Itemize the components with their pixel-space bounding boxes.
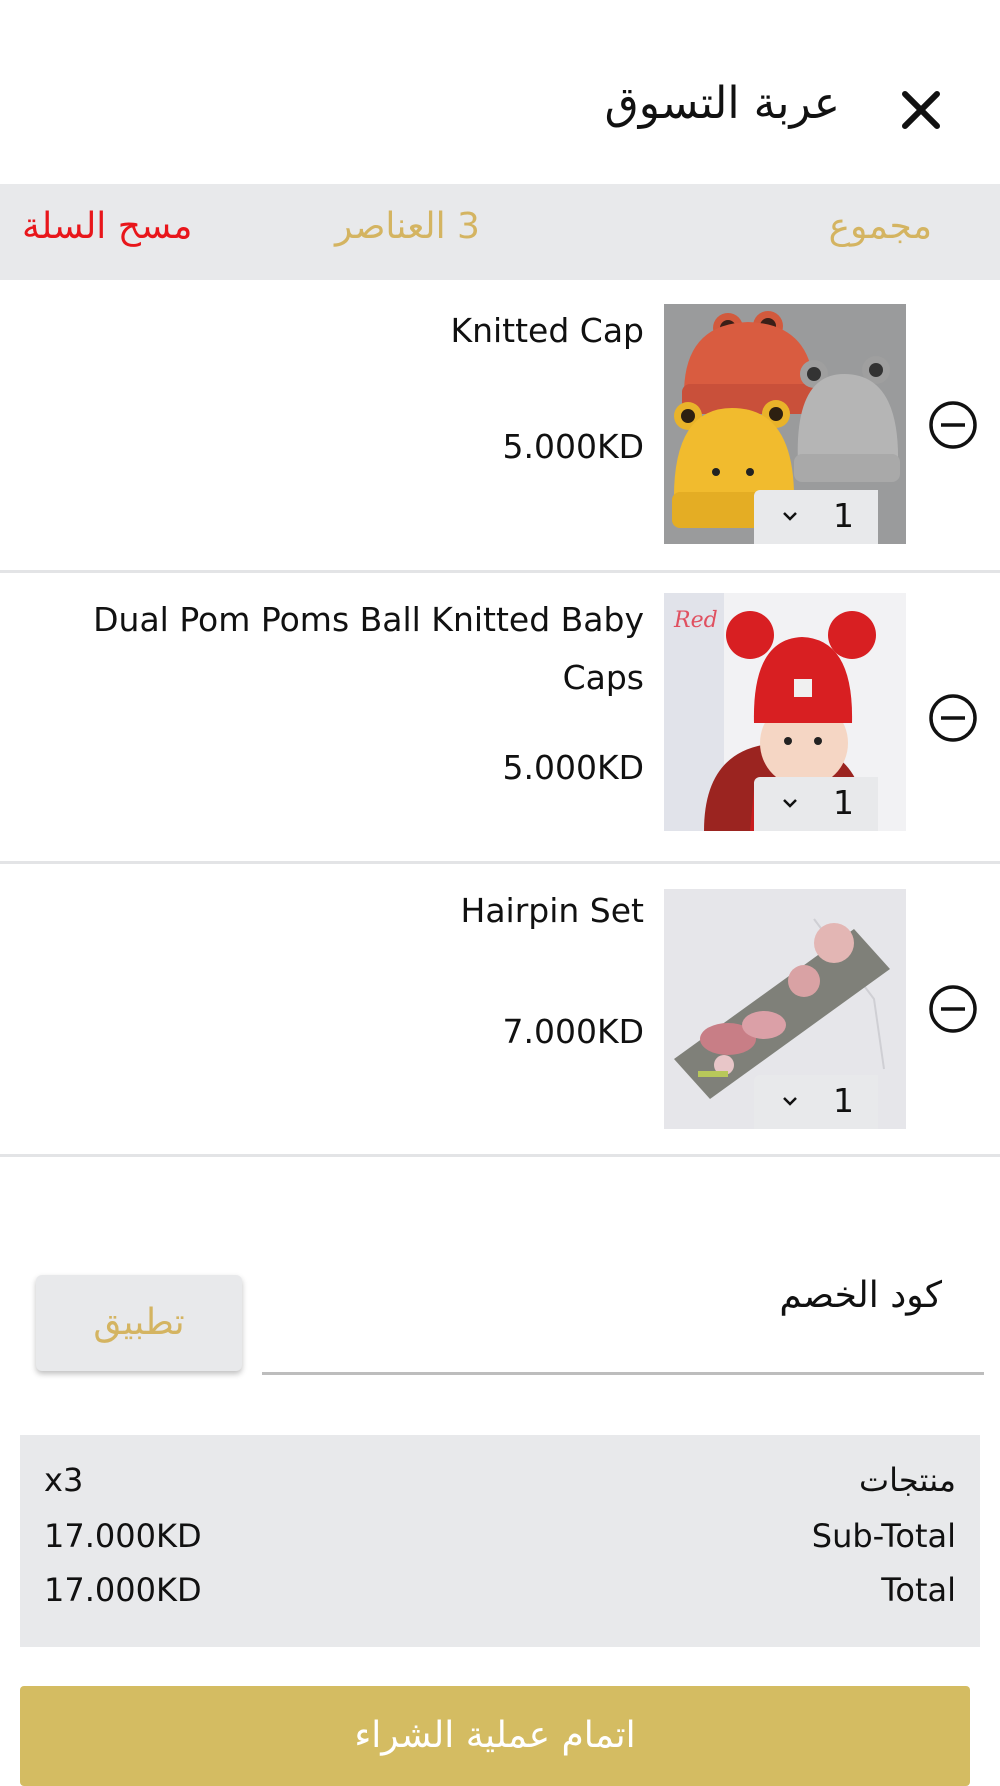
remove-item-icon[interactable] [928, 400, 978, 450]
quantity-value: 1 [833, 496, 854, 535]
subtotal-value: 17.000KD [44, 1517, 202, 1555]
total-row: Total 17.000KD [20, 1571, 980, 1625]
products-value: x3 [44, 1461, 84, 1499]
quantity-value: 1 [833, 1081, 854, 1120]
total-label: Total [881, 1571, 956, 1609]
cart-header: عربة التسوق [0, 0, 1000, 184]
cart-item: Knitted Cap 5.000KD 1 [0, 280, 1000, 573]
quantity-select[interactable]: 1 [754, 777, 878, 831]
quantity-select[interactable]: 1 [754, 490, 878, 544]
item-name: Knitted Cap [450, 311, 644, 350]
apply-coupon-button[interactable]: تطبيق [36, 1275, 242, 1371]
products-row: منتجات x3 [20, 1461, 980, 1515]
cart-item: Dual Pom Poms Ball Knitted Baby Caps 5.0… [0, 573, 1000, 864]
knitted-cap-image[interactable]: 1 [664, 304, 906, 544]
item-price: 7.000KD [502, 1012, 644, 1051]
products-label: منتجات [859, 1461, 956, 1499]
item-name: Hairpin Set [460, 891, 644, 930]
close-icon[interactable] [895, 84, 947, 136]
cart-item: Hairpin Set 7.000KD 1 [0, 864, 1000, 1157]
total-label: مجموع [828, 206, 932, 247]
subtotal-label: Sub-Total [811, 1517, 956, 1555]
clear-cart-button[interactable]: مسح السلة [22, 206, 192, 247]
subtotal-row: Sub-Total 17.000KD [20, 1517, 980, 1571]
quantity-select[interactable]: 1 [754, 1075, 878, 1129]
remove-item-icon[interactable] [928, 693, 978, 743]
remove-item-icon[interactable] [928, 984, 978, 1034]
checkout-button[interactable]: اتمام عملية الشراء [20, 1686, 970, 1786]
baby-caps-image[interactable]: Red 1 [664, 593, 906, 831]
chevron-down-icon [783, 512, 797, 521]
item-price: 5.000KD [502, 748, 644, 787]
order-totals: منتجات x3 Sub-Total 17.000KD Total 17.00… [20, 1435, 980, 1647]
hairpin-set-image[interactable]: 1 [664, 889, 906, 1129]
item-price: 5.000KD [502, 427, 644, 466]
page-title: عربة التسوق [604, 78, 840, 129]
quantity-value: 1 [833, 783, 854, 822]
items-count: 3 العناصر [335, 206, 480, 247]
total-value: 17.000KD [44, 1571, 202, 1609]
chevron-down-icon [783, 1097, 797, 1106]
svg-text:Red: Red [673, 608, 718, 633]
item-name: Dual Pom Poms Ball Knitted Baby Caps [93, 600, 644, 697]
cart-summary-bar: مجموع 3 العناصر مسح السلة [0, 184, 1000, 280]
coupon-code-label: كود الخصم [779, 1275, 942, 1316]
chevron-down-icon [783, 799, 797, 808]
